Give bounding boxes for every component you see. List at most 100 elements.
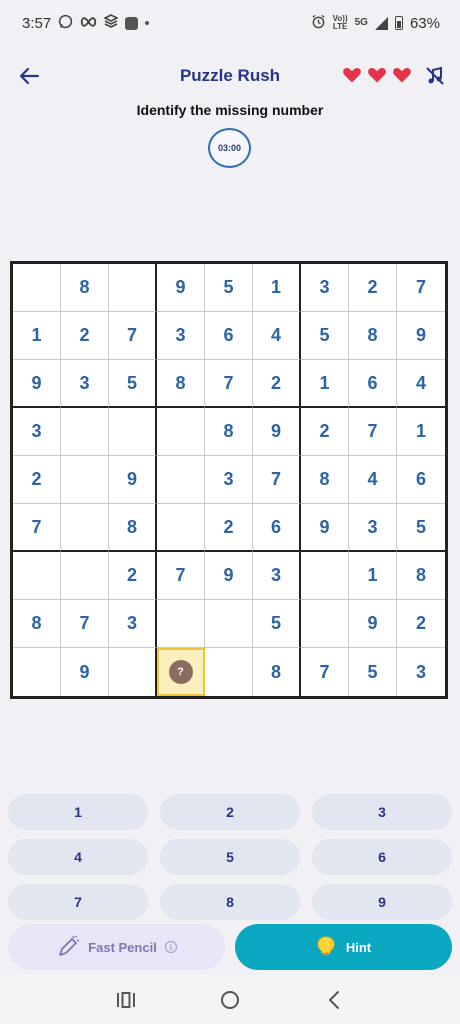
sudoku-cell[interactable]: 3	[349, 504, 397, 552]
sudoku-cell[interactable]: 9	[301, 504, 349, 552]
key-9[interactable]: 9	[312, 884, 452, 920]
sudoku-cell[interactable]: 8	[301, 456, 349, 504]
sudoku-cell[interactable]: 7	[157, 552, 205, 600]
sudoku-cell[interactable]: 9	[253, 408, 301, 456]
sudoku-cell[interactable]: 1	[301, 360, 349, 408]
sudoku-cell[interactable]	[301, 552, 349, 600]
sudoku-cell[interactable]: 7	[205, 360, 253, 408]
sudoku-cell[interactable]: 3	[157, 312, 205, 360]
sudoku-cell[interactable]: 5	[301, 312, 349, 360]
sudoku-cell[interactable]: 7	[349, 408, 397, 456]
sudoku-cell[interactable]: 5	[109, 360, 157, 408]
back-button[interactable]	[16, 62, 44, 90]
sudoku-cell[interactable]: 2	[109, 552, 157, 600]
sudoku-cell[interactable]: 7	[253, 456, 301, 504]
sudoku-cell[interactable]	[109, 264, 157, 312]
sudoku-cell[interactable]	[157, 456, 205, 504]
sudoku-cell[interactable]: 9	[61, 648, 109, 696]
key-8[interactable]: 8	[160, 884, 300, 920]
sudoku-cell[interactable]	[109, 648, 157, 696]
sudoku-cell[interactable]: 6	[205, 312, 253, 360]
whatsapp-icon	[58, 14, 73, 33]
hint-button[interactable]: Hint	[235, 924, 452, 970]
sudoku-cell[interactable]	[61, 504, 109, 552]
sudoku-cell[interactable]: 2	[253, 360, 301, 408]
key-1[interactable]: 1	[8, 794, 148, 830]
sudoku-cell[interactable]: 2	[397, 600, 445, 648]
home-button[interactable]	[218, 988, 242, 1012]
sudoku-cell[interactable]: 8	[397, 552, 445, 600]
sudoku-cell[interactable]	[13, 264, 61, 312]
mute-music-button[interactable]	[424, 65, 446, 87]
sudoku-cell[interactable]	[61, 408, 109, 456]
sudoku-cell[interactable]: 9	[205, 552, 253, 600]
sudoku-cell[interactable]: 3	[301, 264, 349, 312]
sudoku-cell[interactable]	[13, 648, 61, 696]
sudoku-cell[interactable]: 1	[13, 312, 61, 360]
system-back-button[interactable]	[322, 988, 346, 1012]
sudoku-cell[interactable]: 5	[349, 648, 397, 696]
sudoku-cell[interactable]: 2	[205, 504, 253, 552]
sudoku-cell[interactable]	[13, 552, 61, 600]
sudoku-cell[interactable]: 8	[349, 312, 397, 360]
sudoku-cell[interactable]: 8	[157, 360, 205, 408]
sudoku-cell[interactable]: 3	[61, 360, 109, 408]
sudoku-cell[interactable]: 6	[397, 456, 445, 504]
sudoku-cell[interactable]: 1	[397, 408, 445, 456]
sudoku-cell[interactable]: 5	[205, 264, 253, 312]
sudoku-cell[interactable]: 7	[13, 504, 61, 552]
sudoku-cell[interactable]: 6	[253, 504, 301, 552]
sudoku-cell[interactable]: 4	[349, 456, 397, 504]
key-4[interactable]: 4	[8, 839, 148, 875]
sudoku-cell[interactable]	[205, 648, 253, 696]
sudoku-cell[interactable]: 4	[397, 360, 445, 408]
sudoku-cell[interactable]: 3	[397, 648, 445, 696]
sudoku-cell[interactable]: 8	[109, 504, 157, 552]
sudoku-cell[interactable]: 2	[13, 456, 61, 504]
sudoku-cell[interactable]	[61, 552, 109, 600]
sudoku-cell[interactable]	[157, 504, 205, 552]
sudoku-cell[interactable]: 4	[253, 312, 301, 360]
sudoku-cell[interactable]	[205, 600, 253, 648]
sudoku-cell[interactable]: 2	[301, 408, 349, 456]
sudoku-cell[interactable]: 8	[253, 648, 301, 696]
sudoku-cell[interactable]: 2	[61, 312, 109, 360]
key-5[interactable]: 5	[160, 839, 300, 875]
sudoku-cell[interactable]: 3	[253, 552, 301, 600]
sudoku-cell[interactable]: 7	[397, 264, 445, 312]
sudoku-cell[interactable]	[157, 408, 205, 456]
sudoku-cell[interactable]: 3	[205, 456, 253, 504]
sudoku-cell[interactable]: 7	[301, 648, 349, 696]
key-3[interactable]: 3	[312, 794, 452, 830]
sudoku-cell[interactable]	[61, 456, 109, 504]
sudoku-cell[interactable]: 9	[157, 264, 205, 312]
sudoku-cell[interactable]: 8	[205, 408, 253, 456]
sudoku-cell[interactable]: 8	[13, 600, 61, 648]
sudoku-cell[interactable]: 9	[13, 360, 61, 408]
sudoku-cell[interactable]: 9	[349, 600, 397, 648]
info-icon[interactable]: i	[164, 941, 177, 953]
sudoku-cell[interactable]: 7	[109, 312, 157, 360]
sudoku-cell[interactable]	[157, 600, 205, 648]
sudoku-cell[interactable]: 9	[109, 456, 157, 504]
sudoku-cell[interactable]: 9	[397, 312, 445, 360]
fast-pencil-button[interactable]: Fast Pencil i	[8, 924, 225, 970]
sudoku-cell[interactable]: 7	[61, 600, 109, 648]
sudoku-cell[interactable]: 3	[109, 600, 157, 648]
sudoku-cell[interactable]	[109, 408, 157, 456]
stack-icon	[103, 14, 119, 32]
sudoku-cell-selected[interactable]: ?	[157, 648, 205, 696]
sudoku-cell[interactable]: 1	[253, 264, 301, 312]
sudoku-cell[interactable]: 5	[253, 600, 301, 648]
key-2[interactable]: 2	[160, 794, 300, 830]
sudoku-cell[interactable]: 8	[61, 264, 109, 312]
sudoku-cell[interactable]: 5	[397, 504, 445, 552]
recent-apps-button[interactable]	[114, 988, 138, 1012]
key-6[interactable]: 6	[312, 839, 452, 875]
sudoku-cell[interactable]	[301, 600, 349, 648]
key-7[interactable]: 7	[8, 884, 148, 920]
sudoku-cell[interactable]: 1	[349, 552, 397, 600]
sudoku-cell[interactable]: 3	[13, 408, 61, 456]
sudoku-cell[interactable]: 6	[349, 360, 397, 408]
sudoku-cell[interactable]: 2	[349, 264, 397, 312]
